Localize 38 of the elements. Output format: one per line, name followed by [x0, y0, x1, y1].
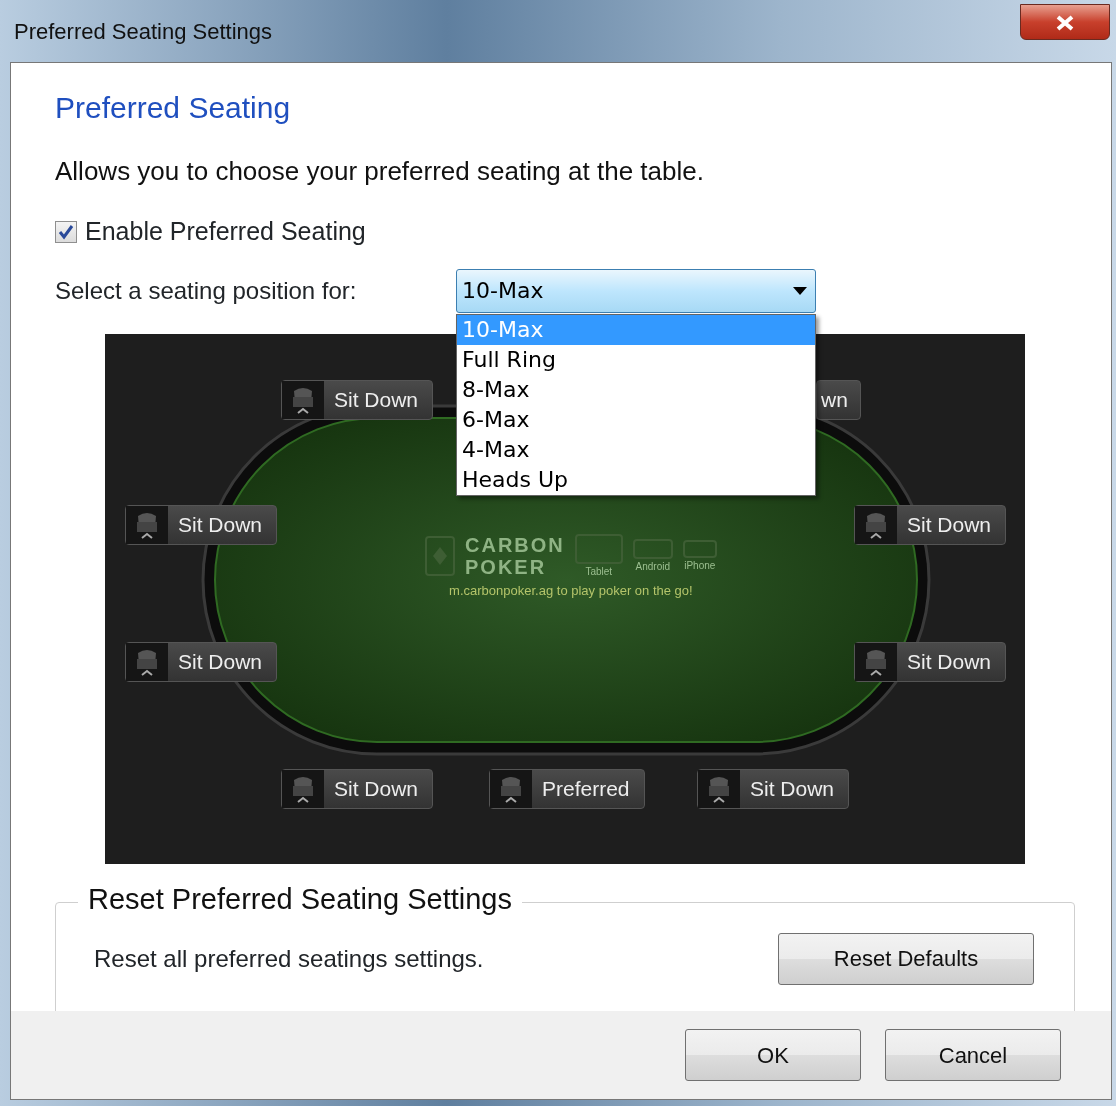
seating-dropdown[interactable]: 10-Max [456, 268, 816, 313]
seat-button[interactable]: Sit Down [281, 379, 434, 420]
seat-button[interactable]: Sit Down [854, 641, 1007, 682]
logo-text: POKER [465, 556, 548, 578]
device-label: iPhone [684, 558, 716, 573]
close-icon [1056, 15, 1074, 32]
dropdown-option[interactable]: Heads Up [457, 464, 815, 495]
device-icon [682, 539, 717, 558]
caret-icon [793, 286, 807, 295]
description-text: Allows you to choose your preferred seating at the table. [55, 155, 705, 188]
dialog-button[interactable]: OK [685, 1029, 861, 1081]
seat-button[interactable]: wn [816, 379, 861, 420]
dropdown-option[interactable]: Full Ring [457, 344, 815, 375]
checkbox-label: Enable Preferred Seating [85, 216, 366, 247]
dropdown-option[interactable]: 8-Max [457, 374, 815, 405]
device-icon [632, 538, 673, 559]
check-icon [58, 223, 74, 240]
enable-checkbox[interactable] [55, 220, 77, 243]
section-heading: Preferred Seating [55, 90, 292, 126]
seat-button[interactable]: Sit Down [125, 641, 278, 682]
dialog-button[interactable]: Cancel [885, 1029, 1061, 1081]
window-title: Preferred Seating Settings [14, 17, 273, 46]
close-button[interactable] [1020, 4, 1110, 40]
seat-button[interactable]: Sit Down [854, 504, 1007, 545]
dropdown-option[interactable]: 6-Max [457, 404, 815, 435]
card-icon [425, 536, 455, 576]
seat-button[interactable]: Preferred [489, 768, 645, 809]
logo-text: CARBON [465, 534, 565, 556]
seat-button[interactable]: Sit Down [281, 768, 434, 809]
seat-button[interactable]: Sit Down [125, 504, 278, 545]
seat-button[interactable]: Sit Down [697, 768, 850, 809]
reset-defaults-button[interactable]: Reset Defaults [778, 932, 1034, 985]
group-text: Reset all preferred seatings settings. [94, 943, 484, 974]
dropdown-option[interactable]: 4-Max [457, 434, 815, 465]
select-label: Select a seating position for: [55, 275, 358, 306]
device-label: Android [635, 559, 670, 574]
device-label: Tablet [585, 564, 613, 579]
tagline-text: m.carbonpoker.ag to play poker on the go! [449, 581, 693, 600]
